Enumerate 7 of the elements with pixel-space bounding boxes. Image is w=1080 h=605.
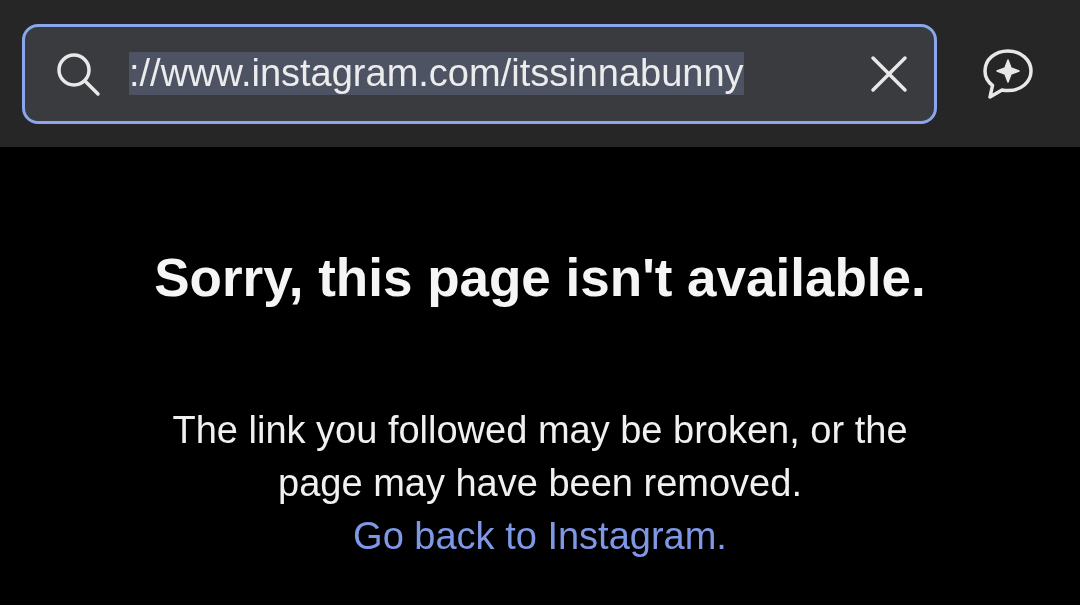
back-link[interactable]: Go back to Instagram. bbox=[353, 515, 727, 557]
error-message: The link you followed may be broken, or the page may have been removed. Go back to Instagram. bbox=[171, 408, 909, 559]
chat-sparkle-icon[interactable] bbox=[981, 46, 1035, 101]
close-icon[interactable] bbox=[870, 54, 908, 93]
address-field[interactable]: ://www.instagram.com/itssinnabunny bbox=[22, 23, 937, 124]
page-heading: Sorry, this page isn't available. bbox=[154, 247, 926, 308]
search-icon bbox=[55, 50, 101, 97]
